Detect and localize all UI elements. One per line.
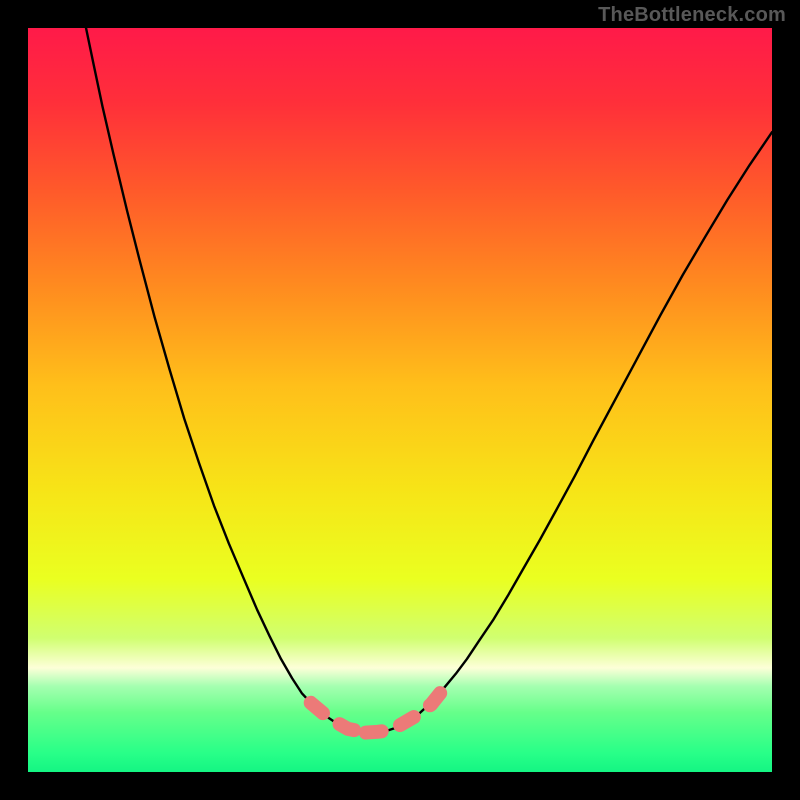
chart-svg: [28, 28, 772, 772]
watermark-label: TheBottleneck.com: [598, 4, 786, 27]
optimal-range-segment: [366, 730, 390, 732]
plot-area: [28, 28, 772, 772]
chart-frame: TheBottleneck.com: [0, 0, 800, 800]
gradient-background: [28, 28, 772, 772]
